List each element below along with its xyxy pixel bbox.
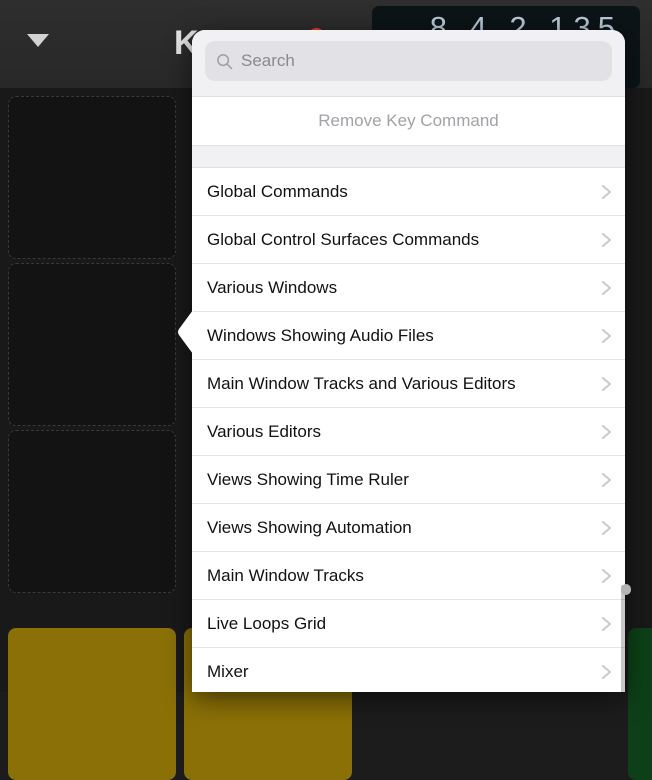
chevron-right-icon: [600, 374, 613, 394]
chevron-right-icon: [600, 278, 613, 298]
scrollbar-thumb[interactable]: [621, 585, 625, 692]
command-category-row[interactable]: Windows Showing Audio Files: [192, 312, 625, 360]
command-category-row[interactable]: Global Control Surfaces Commands: [192, 216, 625, 264]
popover-tail: [178, 310, 193, 354]
chevron-right-icon: [600, 662, 613, 682]
command-category-label: Main Window Tracks: [207, 566, 600, 586]
command-category-row[interactable]: Views Showing Time Ruler: [192, 456, 625, 504]
chevron-right-icon: [600, 326, 613, 346]
chevron-right-icon: [600, 182, 613, 202]
search-field[interactable]: [205, 41, 612, 81]
chevron-right-icon: [600, 470, 613, 490]
command-category-label: Views Showing Time Ruler: [207, 470, 600, 490]
triangle-down-icon[interactable]: [27, 34, 49, 47]
grid-cell-empty[interactable]: [8, 430, 176, 593]
remove-key-command-label: Remove Key Command: [318, 111, 498, 131]
grid-column: [0, 88, 176, 692]
remove-key-command-button[interactable]: Remove Key Command: [192, 96, 625, 146]
command-category-row[interactable]: Various Editors: [192, 408, 625, 456]
command-category-label: Mixer: [207, 662, 600, 682]
command-category-row[interactable]: Global Commands: [192, 168, 625, 216]
search-area: [192, 30, 625, 96]
command-category-label: Live Loops Grid: [207, 614, 600, 634]
grid-cell-empty[interactable]: [8, 96, 176, 259]
grid-cell-clip[interactable]: [628, 628, 652, 780]
command-category-label: Global Control Surfaces Commands: [207, 230, 600, 250]
command-category-list: Global Commands Global Control Surfaces C…: [192, 168, 625, 692]
command-category-row[interactable]: Live Loops Grid: [192, 600, 625, 648]
command-category-label: Various Windows: [207, 278, 600, 298]
search-icon: [216, 53, 233, 70]
grid-scroll-indicator[interactable]: [621, 584, 631, 595]
chevron-right-icon: [600, 614, 613, 634]
search-input[interactable]: [241, 48, 571, 74]
command-category-row[interactable]: Views Showing Automation: [192, 504, 625, 552]
grid-cell-empty[interactable]: [8, 263, 176, 426]
scrollbar-track[interactable]: [621, 96, 625, 692]
chevron-right-icon: [600, 422, 613, 442]
grid-cell-clip[interactable]: [8, 628, 176, 780]
chevron-right-icon: [600, 230, 613, 250]
section-separator: [192, 146, 625, 168]
chevron-right-icon: [600, 518, 613, 538]
command-category-row[interactable]: Main Window Tracks and Various Editors: [192, 360, 625, 408]
command-category-label: Views Showing Automation: [207, 518, 600, 538]
command-category-row[interactable]: Mixer: [192, 648, 625, 692]
command-category-row[interactable]: Main Window Tracks: [192, 552, 625, 600]
command-category-label: Global Commands: [207, 182, 600, 202]
command-category-label: Windows Showing Audio Files: [207, 326, 600, 346]
key-commands-popover: Remove Key Command Global CommandsGlobal…: [192, 30, 625, 692]
command-category-label: Various Editors: [207, 422, 600, 442]
command-category-row[interactable]: Various Windows: [192, 264, 625, 312]
command-category-label: Main Window Tracks and Various Editors: [207, 374, 600, 394]
chevron-right-icon: [600, 566, 613, 586]
